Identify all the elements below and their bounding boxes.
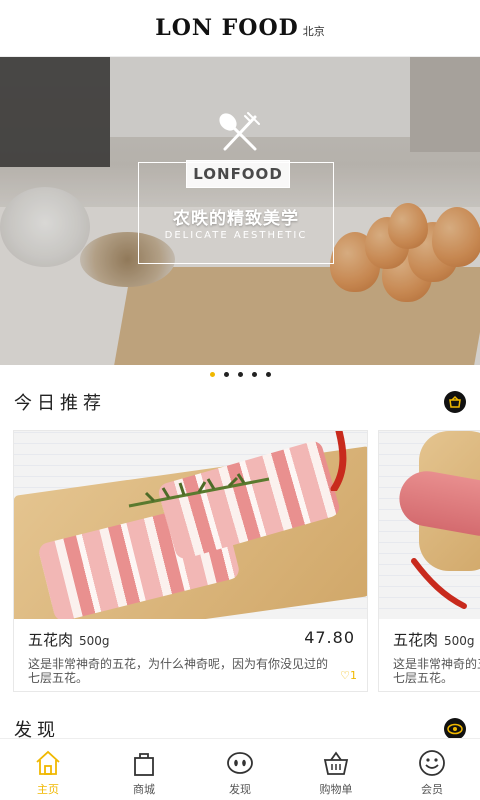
carousel-dot[interactable] [209,372,215,377]
banner-logo-title: LONFOOD [186,160,290,188]
like-count: 1 [350,669,357,682]
chili-pepper [330,431,347,491]
product-image [14,431,367,619]
tab-label: 主页 [37,783,59,796]
tab-label: 购物单 [319,783,353,796]
carousel-dot[interactable] [237,372,243,377]
product-description: 这是非常神奇的五花，为什么神奇呢，因为有你没见过的七层五花。 [393,657,480,685]
banner-carousel[interactable]: LONFOOD 农昳的精致美学 DELICATE AESTHETIC [0,57,480,365]
bottom-tab-bar: 主页 商城 发现 购物单 会员 [0,738,480,800]
heart-icon: ♡ [340,669,350,682]
carousel-dot[interactable] [265,372,271,377]
tab-member[interactable]: 会员 [384,739,480,800]
product-weight: 500g [444,634,475,648]
carousel-dot[interactable] [251,372,257,377]
today-section-header: 今日推荐 [0,387,480,417]
tab-home[interactable]: 主页 [0,739,96,800]
section-title: 今日推荐 [14,393,106,414]
product-card[interactable]: 五花肉 500g 这是非常神奇的五花，为什么神奇呢，因为有你没见过的七层五花。 [378,430,480,692]
product-card[interactable]: 五花肉 500g 47.80 这是非常神奇的五花，为什么神奇呢，因为有你没见过的七… [13,430,368,692]
tab-mall[interactable]: 商城 [96,739,192,800]
product-description: 这是非常神奇的五花，为什么神奇呢，因为有你没见过的七层五花。 [28,657,329,685]
banner-slogan-en: DELICATE AESTHETIC [164,230,308,241]
app-header: LON FOOD 北京 [0,0,480,57]
product-name-text: 五花肉 [28,631,74,649]
tab-discover[interactable]: 发现 [192,739,288,800]
shopping-bag-icon [134,753,154,776]
tab-label: 发现 [229,783,251,796]
banner-slogan-cn: 农昳的精致美学 [173,209,299,229]
tab-label: 商城 [133,783,155,796]
like-button[interactable]: ♡1 [340,669,357,682]
product-name: 五花肉 500g [393,629,475,650]
product-weight: 500g [79,634,110,648]
brand-logo: LON FOOD [155,15,299,41]
fork-spoon-icon [219,112,260,151]
product-image [379,431,480,619]
cart-icon [323,751,349,775]
tab-label: 会员 [421,783,443,796]
tab-shopping-list[interactable]: 购物单 [288,739,384,800]
city-selector[interactable]: 北京 [303,23,325,39]
product-name-text: 五花肉 [393,631,439,649]
carousel-indicator [0,372,480,380]
product-price: 47.80 [304,628,355,647]
carousel-dot[interactable] [223,372,229,377]
member-icon [419,750,445,776]
basket-icon[interactable] [444,391,466,413]
home-icon [36,750,60,775]
rosemary-sprig [128,473,270,508]
eye-icon[interactable] [444,718,466,740]
discover-icon [227,752,253,774]
product-name: 五花肉 500g [28,629,110,650]
chili-pepper [411,558,467,609]
